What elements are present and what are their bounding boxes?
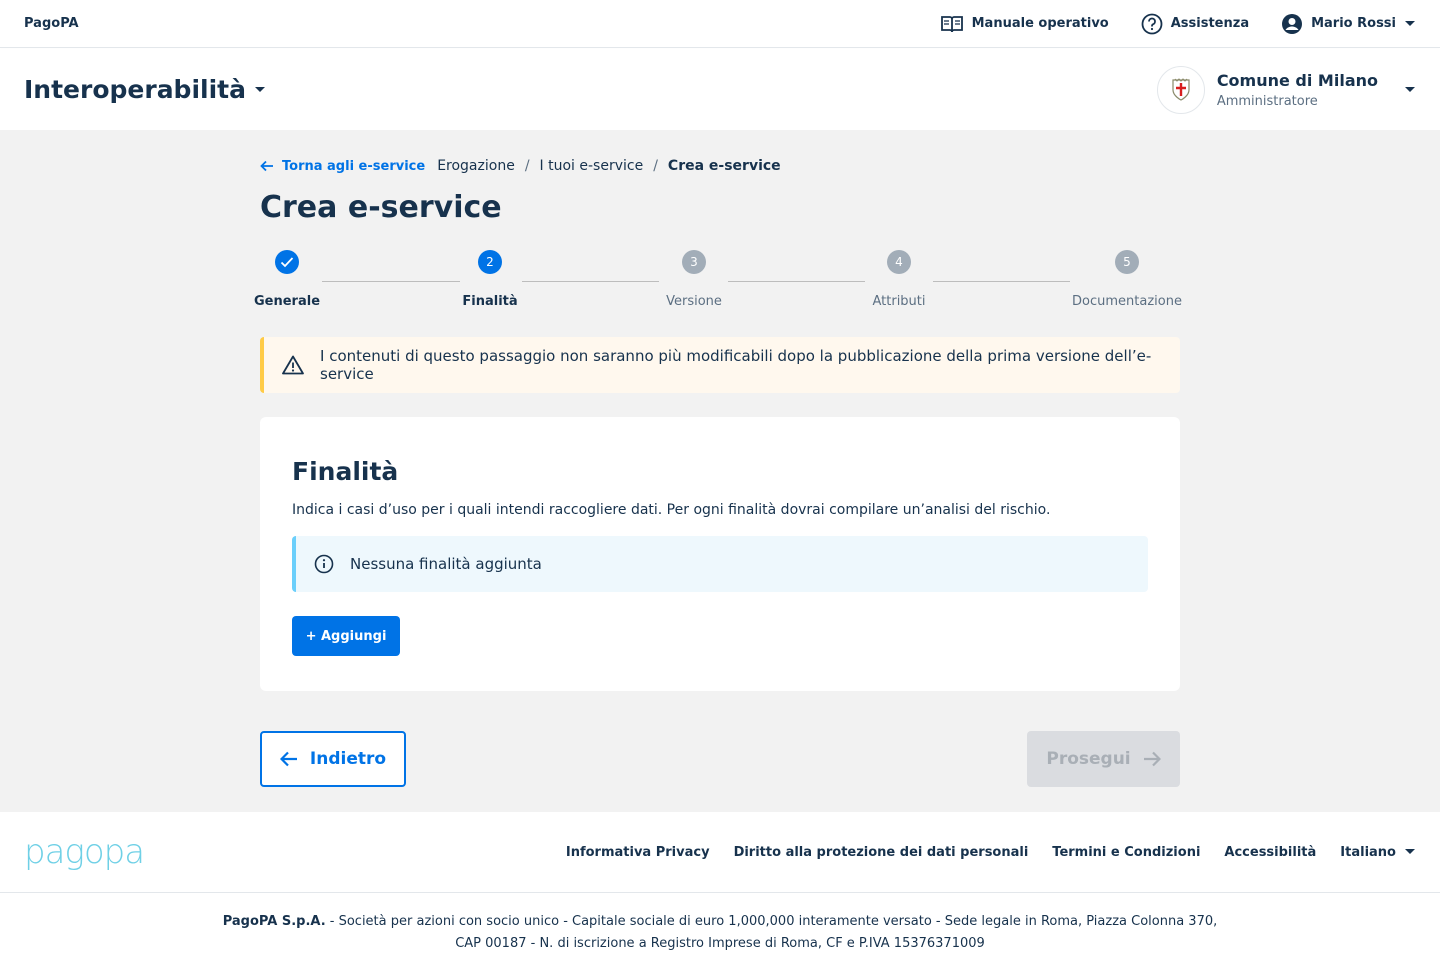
- step-versione: 3 Versione: [664, 250, 724, 309]
- step-label: Generale: [254, 294, 321, 309]
- breadcrumb-item-eservices[interactable]: I tuoi e-service: [540, 158, 644, 174]
- info-text: Nessuna finalità aggiunta: [350, 555, 542, 573]
- step-finalita: 2 Finalità: [462, 250, 518, 309]
- user-name: Mario Rossi: [1311, 16, 1396, 31]
- step-label: Attributi: [872, 294, 926, 309]
- chevron-down-icon: [1404, 20, 1416, 28]
- chevron-down-icon: [1404, 86, 1416, 94]
- warning-alert: I contenuti di questo passaggio non sara…: [260, 337, 1180, 393]
- footer-legal: PagoPA S.p.A. - Società per azioni con s…: [0, 893, 1440, 969]
- language-selector[interactable]: Italiano: [1340, 845, 1416, 860]
- breadcrumb-item-erogazione[interactable]: Erogazione: [437, 158, 515, 174]
- footer-link-data-protection[interactable]: Diritto alla protezione dei dati persona…: [734, 845, 1029, 860]
- user-avatar-icon: [1281, 13, 1303, 35]
- top-header-actions: Manuale operativo Assistenza Mario Rossi: [940, 13, 1416, 35]
- step-label: Documentazione: [1072, 294, 1182, 309]
- user-menu[interactable]: Mario Rossi: [1281, 13, 1416, 35]
- step-number: 4: [887, 250, 911, 274]
- help-link[interactable]: Assistenza: [1141, 13, 1249, 35]
- brand-name[interactable]: PagoPA: [24, 16, 79, 31]
- footer-link-terms[interactable]: Termini e Condizioni: [1052, 845, 1200, 860]
- legal-line-1: PagoPA S.p.A. - Società per azioni con s…: [0, 911, 1440, 933]
- footer-link-accessibility[interactable]: Accessibilità: [1224, 845, 1316, 860]
- info-alert: Nessuna finalità aggiunta: [292, 536, 1148, 592]
- breadcrumb: Torna agli e-service Erogazione / I tuoi…: [260, 158, 781, 174]
- pagopa-logo[interactable]: pagopa: [24, 832, 145, 872]
- step-connector: [322, 281, 460, 282]
- next-button-label: Prosegui: [1046, 749, 1131, 769]
- step-number: 2: [478, 250, 502, 274]
- legal-line-2: CAP 00187 - N. di iscrizione a Registro …: [455, 936, 985, 951]
- step-documentazione: 5 Documentazione: [1072, 250, 1182, 309]
- check-icon: [275, 250, 299, 274]
- breadcrumb-separator: /: [653, 158, 658, 174]
- legal-company: PagoPA S.p.A.: [222, 914, 326, 929]
- card-title: Finalità: [292, 457, 399, 486]
- party-name: Comune di Milano: [1216, 70, 1378, 90]
- back-to-eservices-link[interactable]: Torna agli e-service: [260, 159, 425, 174]
- add-finalita-button[interactable]: + Aggiungi: [292, 616, 400, 656]
- legal-text-1: - Società per azioni con socio unico - C…: [325, 914, 1218, 929]
- top-header: PagoPA Manuale operativo Assistenza Mari…: [0, 0, 1440, 48]
- help-icon: [1141, 13, 1163, 35]
- party-role: Amministratore: [1216, 93, 1318, 109]
- step-connector: [522, 281, 659, 282]
- arrow-right-icon: [1143, 751, 1161, 767]
- warning-icon: [282, 355, 304, 375]
- info-icon: [314, 554, 334, 574]
- arrow-left-icon: [279, 751, 298, 767]
- back-link-label: Torna agli e-service: [282, 158, 426, 174]
- party-info: Comune di Milano Amministratore: [1217, 71, 1378, 109]
- step-label: Finalità: [462, 294, 518, 309]
- back-button[interactable]: Indietro: [260, 731, 406, 787]
- step-generale: Generale: [254, 250, 320, 309]
- product-title: Interoperabilità: [24, 75, 246, 104]
- main-content: Torna agli e-service Erogazione / I tuoi…: [0, 130, 1440, 812]
- manual-link[interactable]: Manuale operativo: [940, 14, 1109, 34]
- step-connector: [728, 281, 865, 282]
- warning-text: I contenuti di questo passaggio non sara…: [320, 347, 1152, 383]
- step-connector: [933, 281, 1070, 282]
- arrow-left-icon: [260, 160, 274, 172]
- breadcrumb-item-current: Crea e-service: [667, 158, 781, 174]
- manual-label: Manuale operativo: [971, 16, 1109, 31]
- step-attributi: 4 Attributi: [869, 250, 929, 309]
- book-icon: [940, 14, 964, 34]
- product-selector[interactable]: Interoperabilità: [24, 75, 266, 104]
- party-selector[interactable]: Comune di Milano Amministratore: [1156, 65, 1416, 114]
- footer-links: Informativa Privacy Diritto alla protezi…: [566, 845, 1416, 860]
- page-title: Crea e-service: [260, 190, 502, 225]
- step-number: 3: [682, 250, 706, 274]
- footer-links-bar: pagopa Informativa Privacy Diritto alla …: [0, 812, 1440, 893]
- breadcrumb-separator: /: [524, 158, 530, 174]
- step-label: Versione: [666, 294, 722, 309]
- product-header: Interoperabilità Comune di Milano Ammini…: [0, 49, 1440, 130]
- footer-link-privacy[interactable]: Informativa Privacy: [566, 845, 710, 860]
- language-label: Italiano: [1340, 844, 1396, 860]
- card-description: Indica i casi d’uso per i quali intendi …: [292, 502, 1051, 518]
- back-button-label: Indietro: [309, 749, 387, 769]
- step-number: 5: [1115, 250, 1139, 274]
- stepper: Generale 2 Finalità 3 Versione 4 Attribu…: [254, 250, 1182, 312]
- next-button[interactable]: Prosegui: [1027, 731, 1180, 787]
- party-logo: [1156, 65, 1205, 114]
- help-label: Assistenza: [1170, 16, 1250, 31]
- chevron-down-icon: [1404, 848, 1416, 856]
- chevron-down-icon: [254, 86, 266, 94]
- finalita-card: Finalità Indica i casi d’uso per i quali…: [260, 417, 1180, 691]
